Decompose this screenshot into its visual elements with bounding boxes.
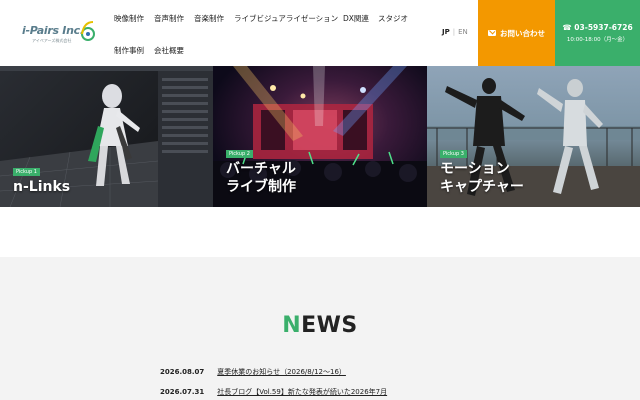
pickup-card-motion-capture[interactable]: Pickup 3 モーション キャプチャー — [427, 66, 640, 207]
pickup-title-line: モーション — [440, 161, 510, 177]
pickup-hero: Pickup 1 n-Links Pickup 2 バーチャル ライブ制作 Pi… — [0, 66, 640, 207]
nav-item-video[interactable]: 映像制作 — [114, 13, 144, 24]
nav-item-audio[interactable]: 音声制作 — [154, 13, 184, 24]
pickup-title-line: ライブ制作 — [226, 179, 296, 195]
news-item: 2026.07.31 社長ブログ【Vol.59】新たな発表が続いた2026年7月 — [160, 387, 387, 397]
mail-icon — [488, 30, 496, 36]
section-spacer — [0, 207, 640, 257]
news-heading: NEWS — [0, 313, 640, 338]
site-header: i-Pairs Inc. アイペアーズ株式会社 映像制作 音声制作 音楽制作 ラ… — [0, 0, 640, 66]
pickup-card-n-links[interactable]: Pickup 1 n-Links — [0, 66, 213, 207]
pickup-title: バーチャル ライブ制作 — [226, 160, 296, 196]
news-date: 2026.08.07 — [160, 368, 205, 376]
pickup-title-line: キャプチャー — [440, 179, 524, 195]
pickup-card-virtual-live[interactable]: Pickup 2 バーチャル ライブ制作 — [213, 66, 427, 207]
logo-subtext: アイペアーズ株式会社 — [32, 38, 72, 43]
news-title-link[interactable]: 夏季休業のお知らせ（2026/8/12〜16） — [217, 368, 346, 376]
logo-mark-icon — [81, 21, 95, 41]
nav-item-works[interactable]: 制作事例 — [114, 45, 144, 56]
phone-button[interactable]: ☎ 03-5937-6726 10:00-18:00（月〜金） — [555, 0, 640, 66]
site-logo[interactable]: i-Pairs Inc. アイペアーズ株式会社 — [22, 20, 95, 46]
news-title-link[interactable]: 社長ブログ【Vol.59】新たな発表が続いた2026年7月 — [217, 388, 387, 396]
pickup-title-line: n-Links — [13, 179, 71, 195]
nav-item-dx[interactable]: DX関連 — [343, 13, 369, 24]
nav-item-live-visualization[interactable]: ライブビジュアライゼーション — [234, 13, 338, 24]
nav-item-studio[interactable]: スタジオ — [378, 13, 408, 24]
contact-button[interactable]: お問い合わせ — [478, 0, 555, 66]
pickup-title-line: バーチャル — [226, 161, 296, 177]
news-date: 2026.07.31 — [160, 388, 205, 396]
lang-jp-link[interactable]: JP — [442, 28, 450, 36]
news-heading-rest: EWS — [301, 313, 358, 338]
contact-button-label: お問い合わせ — [500, 28, 545, 38]
pickup-title: モーション キャプチャー — [440, 160, 524, 196]
pickup-badge: Pickup 2 — [226, 150, 253, 158]
phone-number: ☎ 03-5937-6726 — [562, 23, 633, 32]
business-hours: 10:00-18:00（月〜金） — [566, 37, 629, 43]
news-heading-accent: N — [282, 313, 302, 338]
news-item: 2026.08.07 夏季休業のお知らせ（2026/8/12〜16） — [160, 367, 346, 377]
pickup-badge: Pickup 3 — [440, 150, 467, 158]
language-switcher: JP | EN — [442, 28, 468, 36]
pickup-title: n-Links — [13, 178, 70, 196]
lang-separator: | — [452, 28, 456, 36]
pickup-badge: Pickup 1 — [13, 168, 40, 176]
nav-item-music[interactable]: 音楽制作 — [194, 13, 224, 24]
logo-text: i-Pairs Inc. — [22, 24, 84, 37]
nav-item-company[interactable]: 会社概要 — [154, 45, 184, 56]
main-nav: 映像制作 音声制作 音楽制作 ライブビジュアライゼーション DX関連 スタジオ … — [114, 0, 414, 66]
lang-en-link[interactable]: EN — [458, 28, 468, 36]
news-section: NEWS 2026.08.07 夏季休業のお知らせ（2026/8/12〜16） … — [0, 257, 640, 400]
